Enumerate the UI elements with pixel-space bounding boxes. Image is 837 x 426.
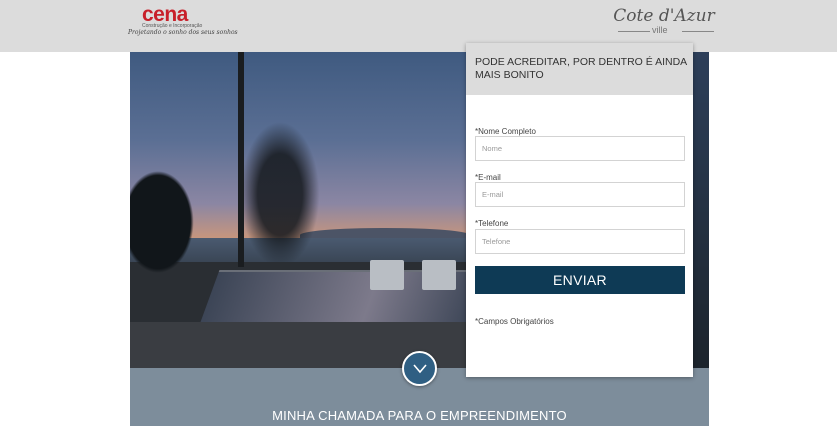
cote-dazur-logo-word: Cote d'Azur (613, 6, 715, 26)
form-header: PODE ACREDITAR, POR DENTRO É AINDA MAIS … (466, 43, 693, 95)
phone-input[interactable] (475, 229, 685, 254)
required-fields-note: *Campos Obrigatórios (475, 317, 554, 326)
hero-tree (235, 112, 325, 262)
cena-logo-tagline: Projetando o sonho dos seus sonhos (128, 29, 238, 36)
email-input[interactable] (475, 182, 685, 207)
cote-dazur-logo-sub: ville (652, 25, 668, 35)
chevron-down-icon (413, 364, 427, 374)
name-label: *Nome Completo (475, 127, 536, 136)
hero-lounge-chair (370, 260, 404, 290)
headline-text: MINHA CHAMADA PARA O EMPREENDIMENTO (272, 408, 567, 423)
form-title: PODE ACREDITAR, POR DENTRO É AINDA MAIS … (475, 56, 687, 81)
cote-dazur-logo[interactable]: Cote d'Azur ville (612, 6, 716, 42)
name-input[interactable] (475, 136, 685, 161)
hero-lounge-chair (422, 260, 456, 290)
hero-trees (130, 162, 200, 282)
hero-palm (238, 52, 244, 267)
logo-divider (618, 31, 650, 32)
phone-label: *Telefone (475, 219, 509, 228)
lead-form: PODE ACREDITAR, POR DENTRO É AINDA MAIS … (466, 43, 693, 377)
scroll-down-button[interactable] (402, 351, 437, 386)
logo-divider (682, 31, 714, 32)
hero-edge (693, 52, 709, 368)
site-header: cena Construção e Incorporação Projetand… (0, 0, 837, 52)
cena-logo[interactable]: cena Construção e Incorporação Projetand… (128, 3, 238, 45)
email-label: *E-mail (475, 173, 501, 182)
submit-button[interactable]: ENVIAR (475, 266, 685, 294)
